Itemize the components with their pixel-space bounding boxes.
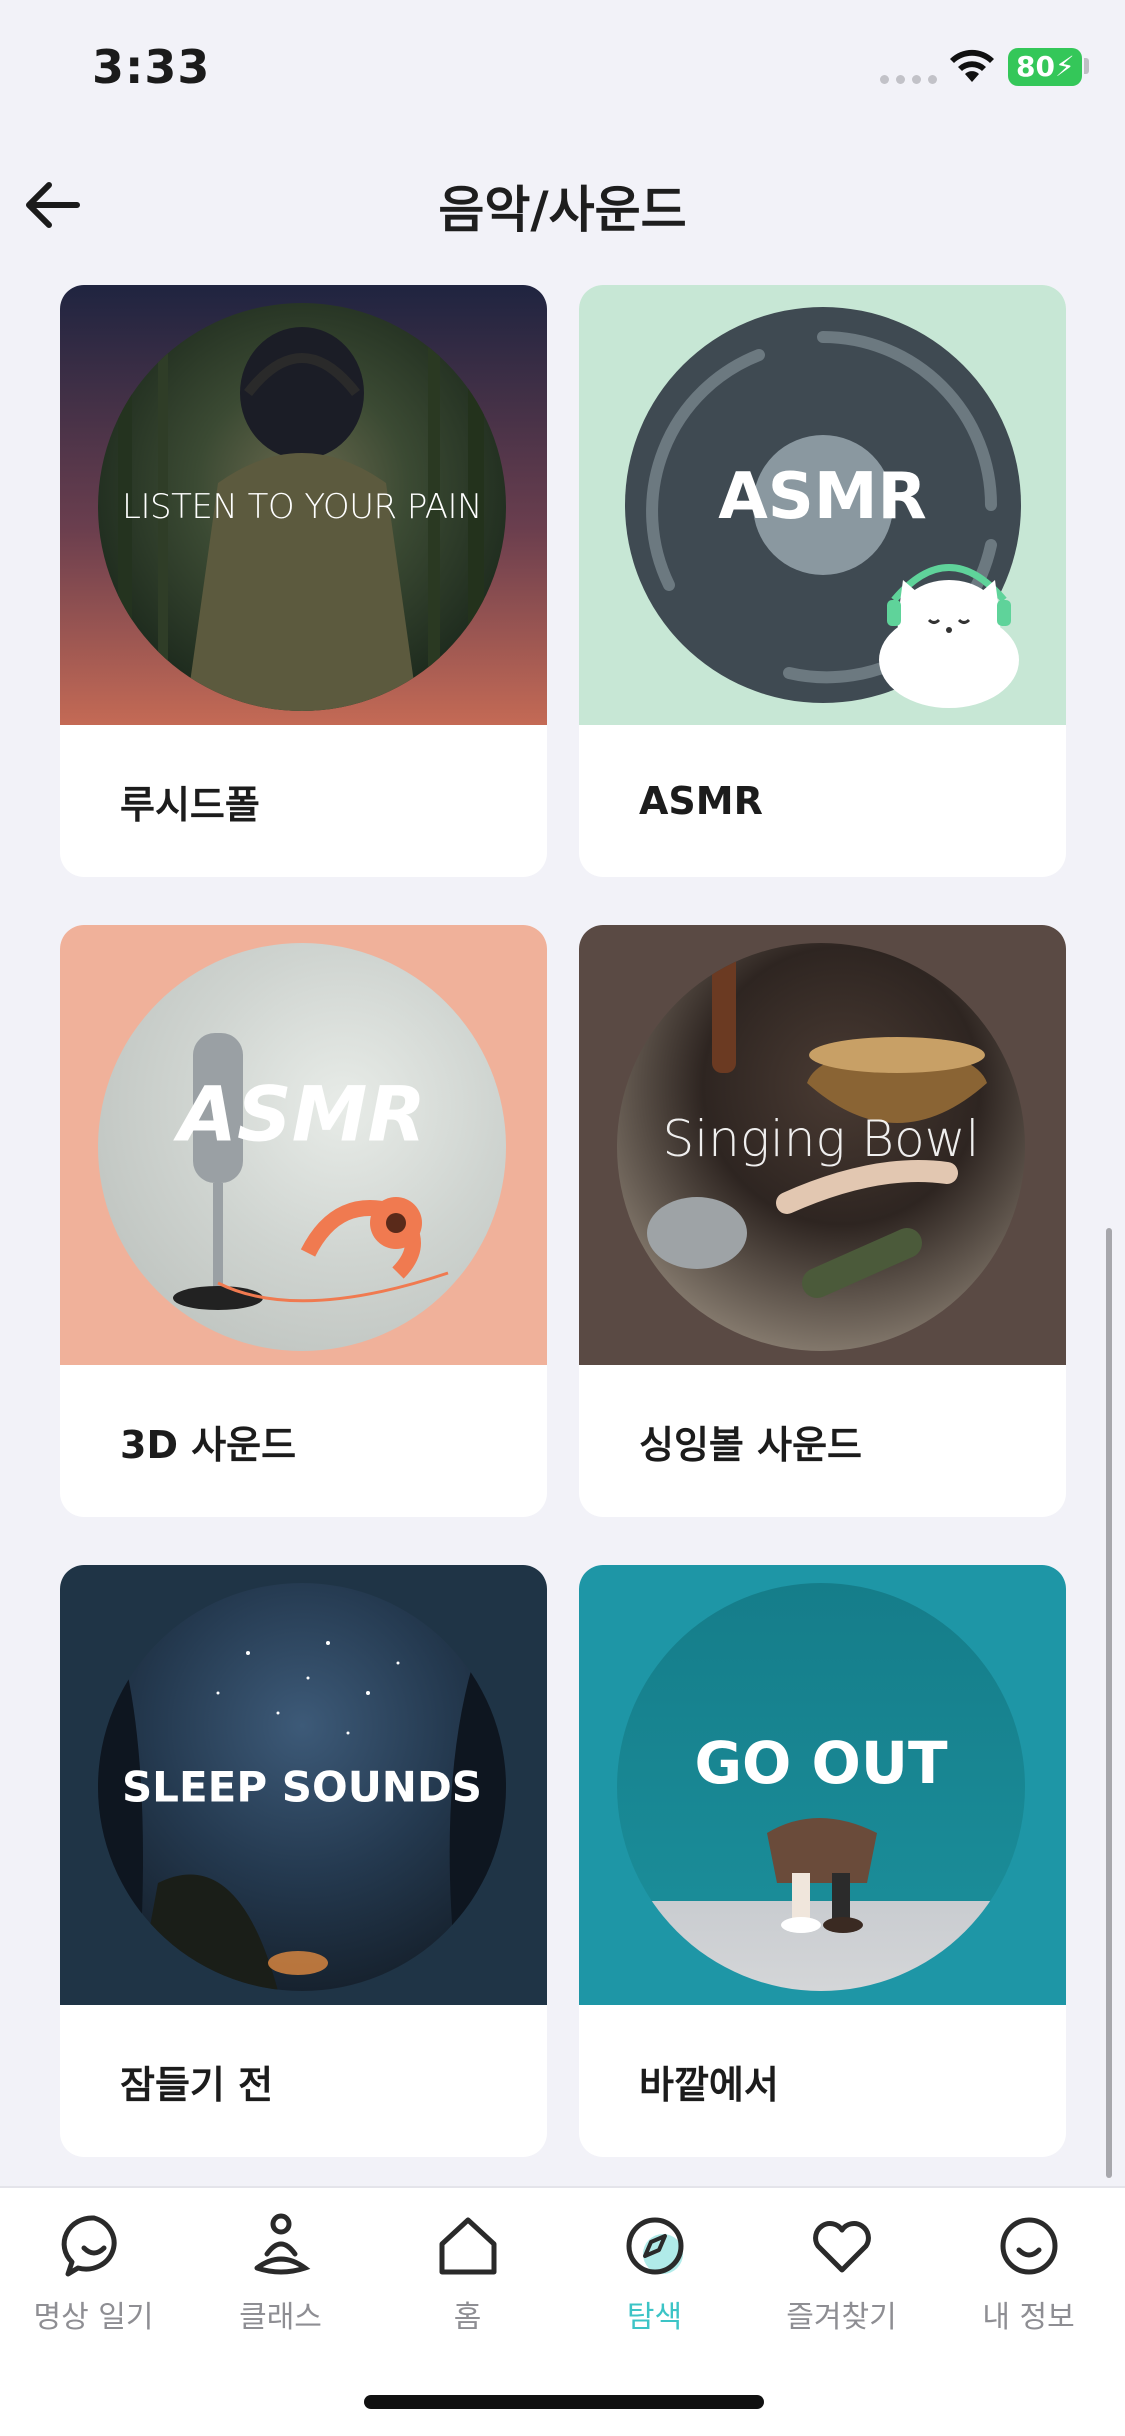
- card-artwork: GO OUT: [579, 1565, 1066, 2005]
- navigation-header: 음악/사운드: [0, 150, 1125, 260]
- artwork-title: SLEEP SOUNDS: [121, 1762, 483, 1812]
- tab-explore[interactable]: 탐색: [561, 2210, 748, 2350]
- tab-class[interactable]: 클래스: [187, 2210, 374, 2350]
- artwork-title: Singing Bowl: [662, 1109, 980, 1168]
- chat-smile-icon: [61, 2215, 117, 2277]
- battery-icon: 80⚡: [1008, 48, 1082, 86]
- tab-favorites[interactable]: 즐겨찾기: [748, 2210, 935, 2350]
- status-bar: 3:33 80⚡: [0, 0, 1125, 140]
- card-label: 싱잉볼 사운드: [639, 1422, 862, 1467]
- status-time: 3:33: [92, 40, 211, 94]
- artwork-circle: ASMR: [98, 943, 506, 1351]
- battery-level: 80: [1016, 50, 1055, 83]
- cat-headphones-icon: [879, 564, 1019, 708]
- card-artwork: SLEEP SOUNDS: [60, 1565, 547, 2005]
- tab-home[interactable]: 홈: [374, 2210, 561, 2350]
- wifi-icon: [950, 49, 994, 82]
- card-label: 바깥에서: [639, 2062, 779, 2107]
- card-lucid-fall[interactable]: LISTEN TO YOUR PAIN 루시드폴: [60, 285, 547, 877]
- tab-label: 탐색: [626, 2300, 683, 2335]
- card-label: 루시드폴: [120, 782, 260, 827]
- artwork-circle: Singing Bowl: [617, 943, 1025, 1351]
- card-before-sleep[interactable]: SLEEP SOUNDS 잠들기 전: [60, 1565, 547, 2157]
- artwork-circle: LISTEN TO YOUR PAIN: [98, 303, 506, 711]
- battery-cap: [1084, 58, 1089, 74]
- card-artwork: LISTEN TO YOUR PAIN: [60, 285, 547, 725]
- card-label: 3D 사운드: [120, 1422, 297, 1467]
- card-artwork: Singing Bowl: [579, 925, 1066, 1365]
- artwork-title: LISTEN TO YOUR PAIN: [122, 487, 482, 527]
- artwork-title: GO OUT: [694, 1728, 948, 1797]
- card-artwork: ASMR: [60, 925, 547, 1365]
- tab-meditation-diary[interactable]: 명상 일기: [0, 2210, 187, 2350]
- home-indicator[interactable]: [364, 2395, 764, 2409]
- compass-icon: [626, 2217, 683, 2275]
- tab-label: 클래스: [239, 2300, 322, 2335]
- card-asmr[interactable]: ASMR ASMR: [579, 285, 1066, 877]
- card-outdoors[interactable]: GO OUT 바깥에서: [579, 1565, 1066, 2157]
- heart-icon: [812, 2221, 871, 2273]
- card-singing-bowl[interactable]: Singing Bowl 싱잉볼 사운드: [579, 925, 1066, 1517]
- tab-label: 홈: [453, 2300, 482, 2335]
- cellular-signal-icon: [880, 75, 937, 84]
- artwork-circle: GO OUT: [617, 1583, 1025, 1991]
- category-grid: LISTEN TO YOUR PAIN 루시드폴 ASMR ASMR ASMR …: [60, 285, 1066, 2157]
- artwork-circle: SLEEP SOUNDS: [98, 1583, 506, 1991]
- card-label: ASMR: [639, 779, 763, 823]
- tab-label: 즐겨찾기: [786, 2300, 897, 2335]
- home-icon: [439, 2217, 496, 2275]
- card-label: 잠들기 전: [120, 2062, 274, 2107]
- tab-my-info[interactable]: 내 정보: [935, 2210, 1122, 2350]
- profile-smile-icon: [1000, 2217, 1057, 2275]
- page-title: 음악/사운드: [438, 181, 687, 239]
- scroll-indicator[interactable]: [1106, 1228, 1112, 2178]
- card-artwork: ASMR: [579, 285, 1066, 725]
- meditation-person-icon: [254, 2213, 310, 2275]
- artwork-title: ASMR: [718, 460, 927, 534]
- tab-label: 명상 일기: [33, 2300, 154, 2335]
- artwork-title: ASMR: [178, 1069, 426, 1159]
- tab-label: 내 정보: [982, 2300, 1075, 2335]
- card-3d-sound[interactable]: ASMR 3D 사운드: [60, 925, 547, 1517]
